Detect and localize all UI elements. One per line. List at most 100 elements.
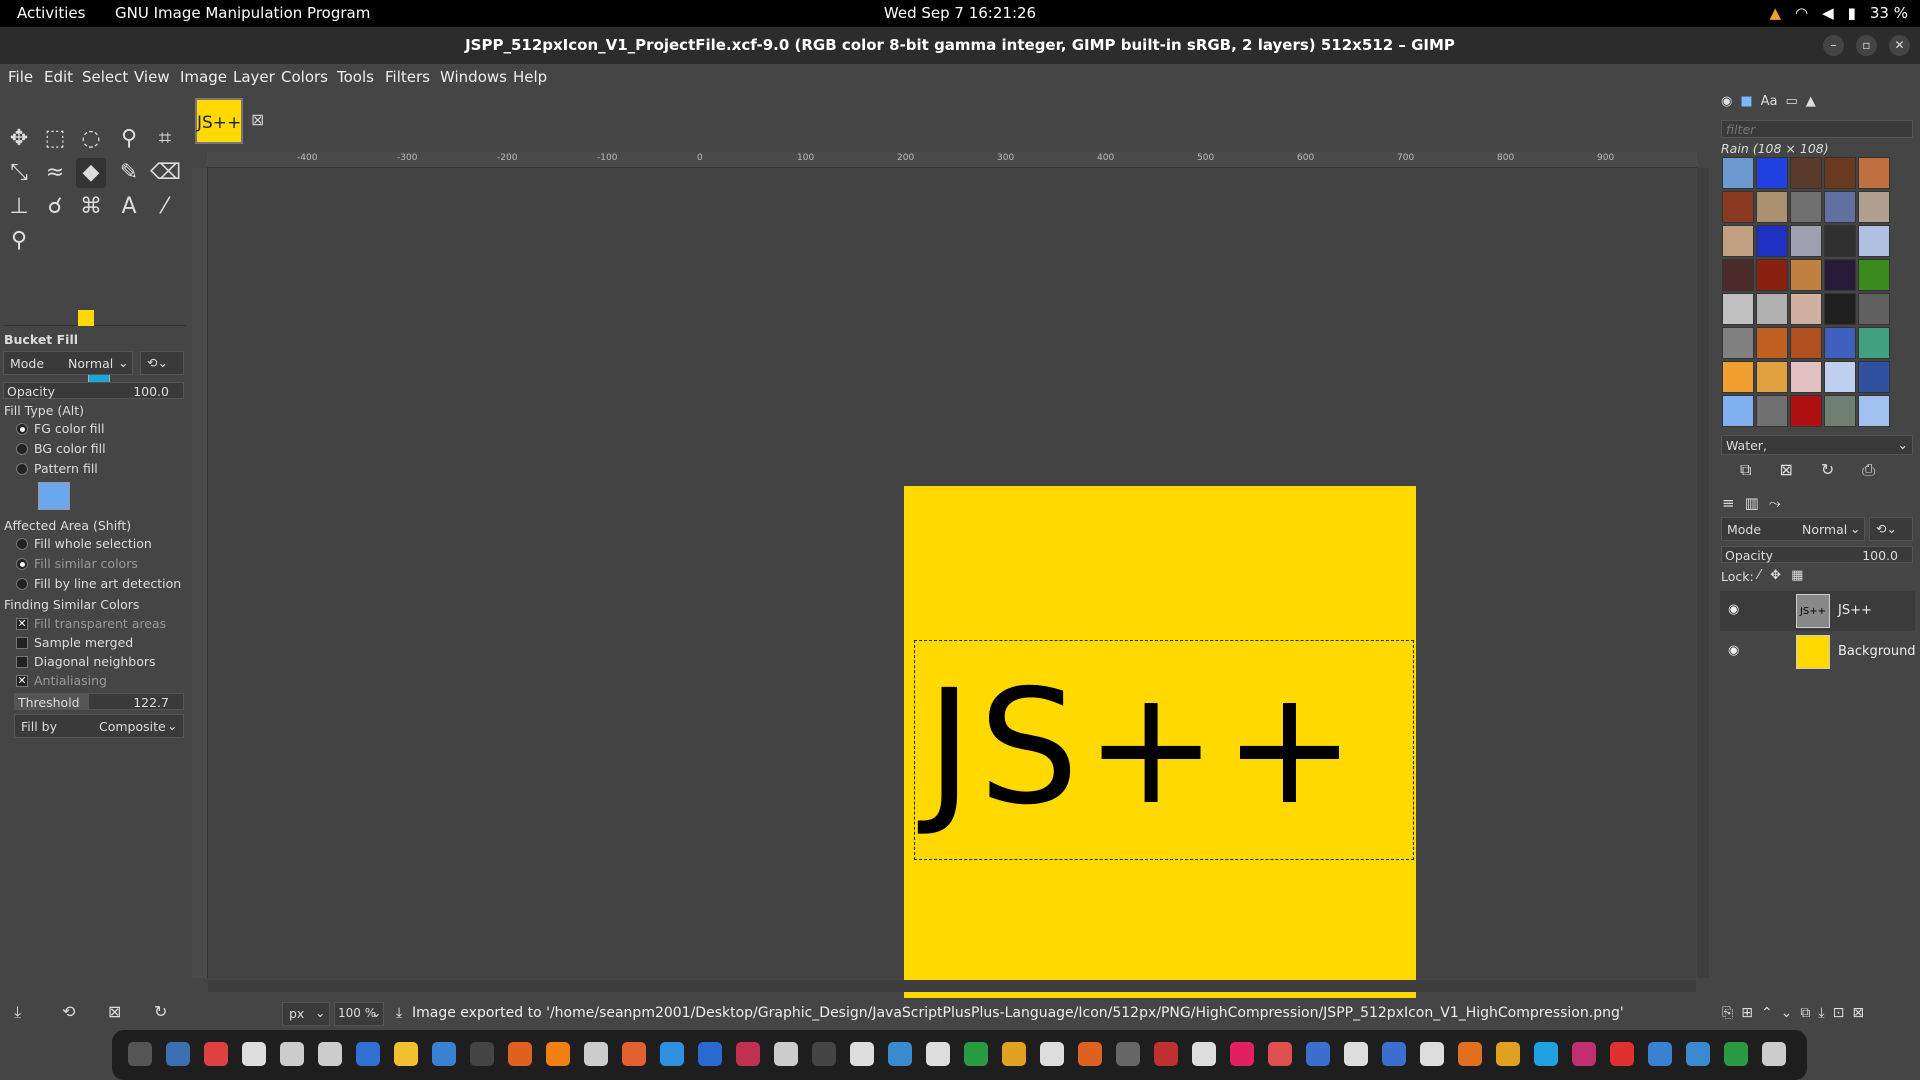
- reset-mode-button[interactable]: ⟲⌄: [140, 351, 184, 375]
- layer-mode-reset[interactable]: ⟲⌄: [1869, 517, 1913, 541]
- dock-app-icon[interactable]: [1192, 1042, 1216, 1066]
- pattern-swatch[interactable]: [1790, 361, 1822, 393]
- fill-whole-selection-label[interactable]: Fill whole selection: [34, 536, 152, 551]
- paths-icon[interactable]: ⌘: [76, 192, 106, 222]
- duplicate-layer-icon[interactable]: ⧉: [1800, 1005, 1810, 1021]
- mode-select[interactable]: Mode Normal ⌄: [3, 351, 133, 375]
- duplicate-icon[interactable]: ⧉: [1740, 460, 1751, 480]
- close-icon[interactable]: ✕: [1889, 35, 1910, 56]
- layer-row-background[interactable]: ◉ Background: [1720, 632, 1916, 672]
- dock-app-icon[interactable]: [1572, 1042, 1596, 1066]
- bg-color-fill-radio[interactable]: [16, 443, 28, 455]
- pattern-swatch[interactable]: [1858, 259, 1890, 291]
- pattern-swatch[interactable]: [1790, 395, 1822, 427]
- fill-similar-colors-label[interactable]: Fill similar colors: [34, 556, 138, 571]
- open-icon[interactable]: ⎙: [1862, 460, 1875, 480]
- lock-alpha-icon[interactable]: ▦: [1791, 568, 1803, 583]
- fill-by-select[interactable]: Fill by Composite ⌄: [14, 714, 184, 738]
- pattern-swatch[interactable]: [1756, 293, 1788, 325]
- lower-layer-icon[interactable]: ⌄: [1781, 1005, 1793, 1021]
- horizontal-scrollbar[interactable]: [208, 980, 1696, 992]
- sample-merged-checkbox[interactable]: [16, 637, 28, 649]
- horizontal-ruler[interactable]: -400 -300 -200 -100 0 100 200 300 400 50…: [207, 152, 1697, 168]
- dock-app-icon[interactable]: [964, 1042, 988, 1066]
- fill-line-art-label[interactable]: Fill by line art detection: [34, 576, 181, 591]
- dock-app-icon[interactable]: [1496, 1042, 1520, 1066]
- save-options-icon[interactable]: ⤓: [14, 1002, 21, 1022]
- dock-app-icon[interactable]: [1344, 1042, 1368, 1066]
- pattern-fill-label[interactable]: Pattern fill: [34, 461, 98, 476]
- fill-transparent-label[interactable]: Fill transparent areas: [34, 616, 166, 631]
- wifi-icon[interactable]: ◠: [1795, 4, 1808, 22]
- lock-options[interactable]: ⁄ ✥ ▦: [1758, 568, 1803, 583]
- dock-app-icon[interactable]: [812, 1042, 836, 1066]
- fg-color-fill-label[interactable]: FG color fill: [34, 421, 104, 436]
- pattern-swatch[interactable]: [1824, 259, 1856, 291]
- dock-app-icon[interactable]: [546, 1042, 570, 1066]
- pattern-swatch[interactable]: [1790, 327, 1822, 359]
- dock-app-icon[interactable]: [888, 1042, 912, 1066]
- paths-tab-icon[interactable]: ⤳: [1769, 494, 1781, 512]
- pattern-swatch[interactable]: [1756, 157, 1788, 189]
- dock-app-icon[interactable]: [774, 1042, 798, 1066]
- minimize-icon[interactable]: –: [1823, 35, 1844, 56]
- tool-presets-tab-icon[interactable]: ▲: [1806, 94, 1816, 109]
- mask-icon[interactable]: ⊡: [1833, 1005, 1845, 1021]
- layer-actions[interactable]: ⎘ ⊞ ⌃ ⌄ ⧉ ⤓ ⊡ ⊠: [1722, 1005, 1864, 1021]
- transform-icon[interactable]: ⤡: [4, 158, 34, 188]
- layers-tabs[interactable]: ≡ ▥ ⤳: [1722, 494, 1781, 512]
- refresh-icon[interactable]: ↻: [1821, 460, 1834, 480]
- dock-app-icon[interactable]: [394, 1042, 418, 1066]
- pattern-swatch[interactable]: [1756, 327, 1788, 359]
- dock-app-icon[interactable]: [1458, 1042, 1482, 1066]
- zoom-select[interactable]: 100 % ⌄: [334, 1002, 384, 1026]
- layers-tab-icon[interactable]: ≡: [1722, 494, 1735, 512]
- eye-icon[interactable]: ◉: [1728, 643, 1739, 658]
- dock-app-icon[interactable]: [1154, 1042, 1178, 1066]
- dock-app-icon[interactable]: [242, 1042, 266, 1066]
- diagonal-neighbors-label[interactable]: Diagonal neighbors: [34, 654, 156, 669]
- dock-app-icon[interactable]: [926, 1042, 950, 1066]
- pattern-swatch[interactable]: [1824, 395, 1856, 427]
- pattern-swatch[interactable]: [1790, 157, 1822, 189]
- crop-icon[interactable]: ⌗: [150, 124, 180, 154]
- dock-app-icon[interactable]: [204, 1042, 228, 1066]
- dock-app-icon[interactable]: [1040, 1042, 1064, 1066]
- menu-filters[interactable]: Filters: [385, 68, 430, 86]
- system-tray[interactable]: ▲ ◠ ◀ ▮ 33 %: [1769, 4, 1908, 22]
- pattern-swatch[interactable]: [1756, 361, 1788, 393]
- pattern-swatch[interactable]: [1858, 293, 1890, 325]
- layer-opacity-slider[interactable]: Opacity 100.0: [1721, 546, 1913, 563]
- dock-app-icon[interactable]: [622, 1042, 646, 1066]
- vertical-scrollbar[interactable]: [1697, 168, 1709, 978]
- dock-app-icon[interactable]: [1534, 1042, 1558, 1066]
- dock-app-icon[interactable]: [736, 1042, 760, 1066]
- sample-merged-label[interactable]: Sample merged: [34, 635, 133, 650]
- restore-options-icon[interactable]: ⟲: [62, 1002, 75, 1021]
- delete-options-icon[interactable]: ⊠: [108, 1002, 121, 1021]
- lasso-icon[interactable]: ◌: [76, 124, 106, 154]
- dock-app-icon[interactable]: [1686, 1042, 1710, 1066]
- dock-app-icon[interactable]: [1230, 1042, 1254, 1066]
- pattern-swatch[interactable]: [1722, 225, 1754, 257]
- dock-app-icon[interactable]: [318, 1042, 342, 1066]
- pattern-swatch[interactable]: [1824, 157, 1856, 189]
- channels-tab-icon[interactable]: ▥: [1745, 494, 1759, 512]
- fill-line-art-radio[interactable]: [16, 578, 28, 590]
- pattern-swatch[interactable]: [1790, 293, 1822, 325]
- opacity-slider[interactable]: Opacity 100.0: [3, 382, 184, 399]
- brushes-tab-icon[interactable]: ◉: [1721, 94, 1732, 109]
- pattern-swatch[interactable]: [1722, 191, 1754, 223]
- dock-app-icon[interactable]: [850, 1042, 874, 1066]
- pattern-swatch[interactable]: [1858, 395, 1890, 427]
- pattern-swatch[interactable]: [1858, 361, 1890, 393]
- dock-app-icon[interactable]: [1724, 1042, 1748, 1066]
- image-tab[interactable]: JS++: [195, 98, 243, 144]
- fill-whole-selection-radio[interactable]: [16, 538, 28, 550]
- pattern-swatch[interactable]: [1722, 395, 1754, 427]
- dock-app-icon[interactable]: [1002, 1042, 1026, 1066]
- pattern-swatch[interactable]: [1722, 361, 1754, 393]
- pattern-fill-radio[interactable]: [16, 463, 28, 475]
- vertical-ruler[interactable]: [192, 168, 208, 978]
- patterns-tab-icon[interactable]: ■: [1740, 94, 1752, 109]
